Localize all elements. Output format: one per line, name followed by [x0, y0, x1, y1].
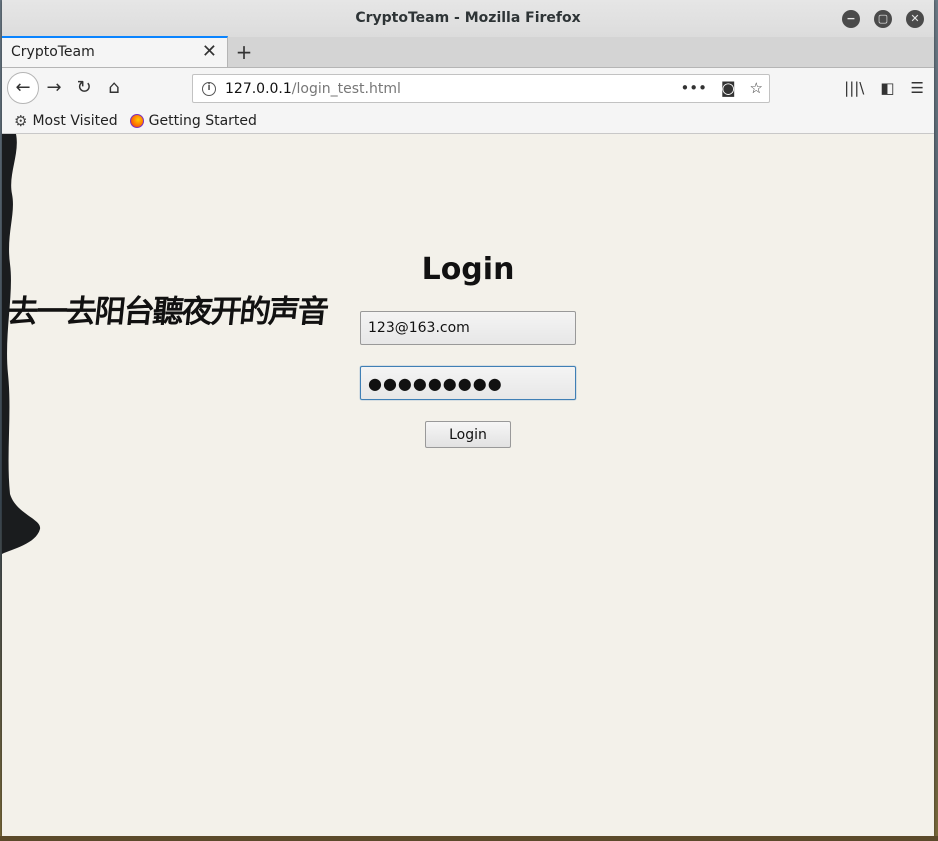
email-field[interactable]	[360, 311, 576, 345]
window-title: CryptoTeam - Mozilla Firefox	[355, 10, 581, 26]
tab-close-icon[interactable]: ✕	[202, 38, 217, 66]
new-tab-button[interactable]: +	[228, 37, 260, 67]
url-bar[interactable]: i 127.0.0.1 /login_test.html ••• ◙ ☆	[192, 74, 770, 103]
navigation-toolbar: ← → ↻ ⌂ i 127.0.0.1 /login_test.html •••…	[2, 68, 934, 108]
pocket-icon[interactable]: ◙	[721, 75, 736, 102]
login-title: Login	[421, 252, 515, 287]
close-window-button[interactable]: ✕	[906, 10, 924, 28]
url-path: /login_test.html	[291, 80, 401, 97]
menu-icon[interactable]: ☰	[911, 73, 924, 103]
maximize-button[interactable]: ▢	[874, 10, 892, 28]
browser-window: CryptoTeam - Mozilla Firefox − ▢ ✕ Crypt…	[2, 0, 934, 836]
url-actions: ••• ◙ ☆	[680, 75, 763, 102]
login-form: Login Login	[360, 252, 576, 448]
site-info-icon[interactable]: i	[202, 81, 216, 96]
toolbar-right: |||\ ◧ ☰	[844, 73, 924, 103]
gear-icon: ⚙	[14, 111, 28, 130]
login-button[interactable]: Login	[425, 421, 511, 448]
bookmark-most-visited[interactable]: ⚙ Most Visited	[14, 112, 118, 130]
window-controls: − ▢ ✕	[842, 10, 924, 28]
url-host: 127.0.0.1	[225, 80, 292, 97]
calligraphy-text: 去一去阳台聽夜开的声音	[5, 294, 329, 330]
desktop-bottom	[0, 836, 938, 841]
password-field[interactable]	[360, 366, 576, 400]
reload-button[interactable]: ↻	[69, 73, 99, 103]
bookmark-getting-started[interactable]: Getting Started	[129, 112, 257, 129]
page-actions-icon[interactable]: •••	[680, 75, 707, 102]
ink-splash-decoration	[2, 134, 41, 554]
bookmark-label: Getting Started	[148, 112, 257, 129]
bookmark-star-icon[interactable]: ☆	[750, 75, 763, 102]
home-button[interactable]: ⌂	[99, 73, 129, 103]
title-bar: CryptoTeam - Mozilla Firefox − ▢ ✕	[2, 0, 934, 37]
library-icon[interactable]: |||\	[844, 73, 864, 103]
back-button[interactable]: ←	[7, 72, 39, 104]
bookmarks-toolbar: ⚙ Most Visited Getting Started	[2, 108, 934, 134]
sidebar-icon[interactable]: ◧	[880, 73, 894, 103]
minimize-button[interactable]: −	[842, 10, 860, 28]
forward-button[interactable]: →	[39, 73, 69, 103]
tab-strip: CryptoTeam ✕ +	[2, 36, 934, 68]
tab-label: CryptoTeam	[11, 44, 95, 60]
page-content: 去一去阳台聽夜开的声音 Login Login	[2, 134, 934, 836]
bookmark-label: Most Visited	[32, 112, 118, 129]
firefox-icon	[129, 113, 144, 128]
tab-cryptoteam[interactable]: CryptoTeam ✕	[2, 36, 228, 67]
